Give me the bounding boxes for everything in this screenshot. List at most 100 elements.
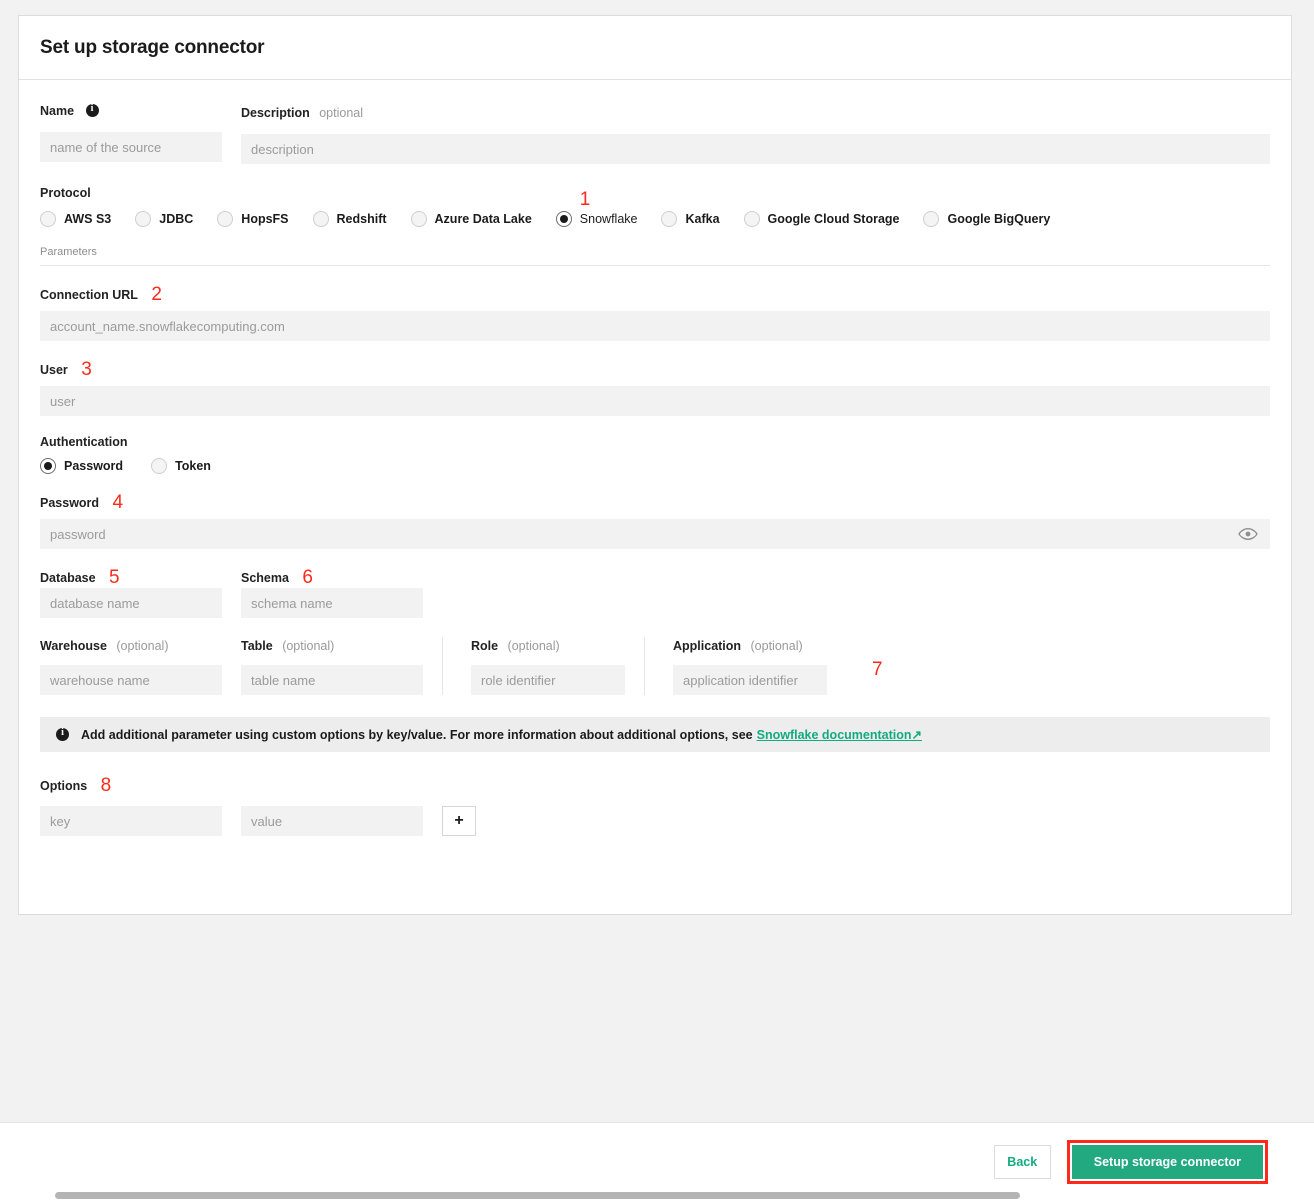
protocol-radio-group: AWS S3 JDBC HopsFS Redshift Azure Data L…: [40, 189, 1270, 227]
protocol-option-label: Azure Data Lake: [434, 212, 532, 226]
radio-icon[interactable]: [40, 211, 56, 227]
horizontal-scrollbar-thumb[interactable]: [55, 1192, 1020, 1199]
user-label-wrap: User 3: [40, 358, 1270, 380]
radio-icon-selected[interactable]: [555, 211, 572, 227]
annotation-marker-3: 3: [81, 359, 92, 380]
connection-url-label-wrap: Connection URL 2: [40, 283, 1270, 305]
options-section: Options 8 key value +: [40, 774, 1270, 836]
add-option-button[interactable]: +: [442, 806, 476, 836]
application-label: Application: [673, 639, 742, 653]
description-input[interactable]: description: [241, 134, 1270, 164]
database-label: Database: [40, 571, 96, 585]
warehouse-label: Warehouse: [40, 639, 107, 653]
radio-icon-selected[interactable]: [40, 458, 56, 474]
protocol-option-kafka[interactable]: Kafka: [661, 211, 720, 227]
name-input[interactable]: name of the source: [40, 132, 222, 162]
password-field-group: Password 4 password: [40, 491, 1270, 549]
options-label-wrap: Options 8: [40, 774, 1270, 796]
protocol-option-hopsfs[interactable]: HopsFS: [217, 211, 289, 227]
radio-icon[interactable]: [410, 211, 427, 227]
authentication-section: Authentication Password Token: [40, 435, 1270, 474]
schema-field-group: Schema 6 schema name: [241, 566, 423, 618]
page-title: Set up storage connector: [40, 36, 265, 58]
footer-bar: Back Setup storage connector: [0, 1122, 1314, 1200]
warehouse-optional-tag: (optional): [116, 639, 169, 653]
radio-icon[interactable]: [661, 211, 678, 227]
auth-option-token[interactable]: Token: [151, 458, 211, 474]
schema-input[interactable]: schema name: [241, 588, 423, 618]
optional-parameters-row: Warehouse (optional) warehouse name Tabl…: [40, 637, 1270, 695]
radio-icon[interactable]: [217, 211, 234, 227]
page-root: Set up storage connector Name name of th…: [0, 0, 1314, 1200]
application-field-group: Application (optional) application ident…: [645, 637, 827, 695]
application-label-wrap: Application (optional): [673, 637, 827, 655]
protocol-option-azure-data-lake[interactable]: Azure Data Lake: [410, 211, 532, 227]
additional-options-banner: Add additional parameter using custom op…: [40, 717, 1270, 752]
annotation-marker-8: 8: [100, 775, 112, 796]
description-field-group: Description optional description: [241, 102, 1270, 164]
user-label: User: [40, 363, 68, 377]
user-field-group: User 3 user: [40, 358, 1270, 416]
protocol-option-label: Google Cloud Storage: [767, 212, 900, 226]
radio-icon[interactable]: [743, 211, 760, 227]
warehouse-input[interactable]: warehouse name: [40, 665, 222, 695]
storage-connector-card: Set up storage connector Name name of th…: [18, 15, 1292, 915]
protocol-section: Protocol AWS S3 JDBC HopsFS Redshift Azu…: [40, 186, 1270, 227]
warehouse-label-wrap: Warehouse (optional): [40, 637, 222, 655]
schema-label: Schema: [241, 571, 289, 585]
database-label-wrap: Database 5: [40, 566, 222, 588]
info-icon[interactable]: [85, 103, 99, 117]
table-optional-tag: (optional): [282, 639, 335, 653]
radio-icon[interactable]: [923, 211, 940, 227]
protocol-option-label: Google BigQuery: [947, 212, 1051, 226]
password-input[interactable]: password: [40, 519, 1270, 549]
option-value-input[interactable]: value: [241, 806, 423, 836]
options-row: key value +: [40, 806, 1270, 836]
radio-icon[interactable]: [135, 211, 152, 227]
role-field-group: Role (optional) role identifier: [443, 637, 625, 695]
auth-option-password[interactable]: Password: [40, 458, 123, 474]
radio-icon[interactable]: [151, 458, 168, 474]
protocol-option-snowflake[interactable]: Snowflake 1: [555, 189, 637, 227]
protocol-option-redshift[interactable]: Redshift: [312, 211, 387, 227]
password-input-wrap: password: [40, 519, 1270, 549]
protocol-option-label: AWS S3: [64, 212, 112, 226]
database-input[interactable]: database name: [40, 588, 222, 618]
parameters-divider: [40, 265, 1270, 266]
connection-url-input[interactable]: account_name.snowflakecomputing.com: [40, 311, 1270, 341]
snowflake-documentation-link[interactable]: Snowflake documentation↗: [757, 727, 922, 742]
warehouse-field-group: Warehouse (optional) warehouse name: [40, 637, 222, 695]
eye-icon[interactable]: [1238, 528, 1258, 541]
protocol-option-aws-s3[interactable]: AWS S3: [40, 211, 111, 227]
horizontal-scrollbar[interactable]: [0, 1190, 1314, 1200]
protocol-option-jdbc[interactable]: JDBC: [135, 211, 193, 227]
radio-icon[interactable]: [312, 211, 329, 227]
role-label-wrap: Role (optional): [471, 637, 625, 655]
protocol-option-label: Redshift: [336, 212, 387, 226]
name-label: Name: [40, 104, 75, 118]
application-input[interactable]: application identifier: [673, 665, 827, 695]
name-label-wrap: Name: [40, 102, 222, 121]
role-label: Role: [471, 639, 499, 653]
annotation-marker-7: 7: [872, 659, 883, 680]
back-button[interactable]: Back: [993, 1144, 1051, 1179]
annotation-marker-2: 2: [151, 284, 162, 305]
option-key-input[interactable]: key: [40, 806, 222, 836]
table-input[interactable]: table name: [241, 665, 423, 695]
connection-url-field-group: Connection URL 2 account_name.snowflakec…: [40, 283, 1270, 341]
schema-label-wrap: Schema 6: [241, 566, 423, 588]
annotation-marker-1: 1: [579, 189, 591, 210]
parameters-caption: Parameters: [40, 246, 97, 258]
card-header: Set up storage connector: [19, 16, 1291, 80]
role-input[interactable]: role identifier: [471, 665, 625, 695]
setup-storage-connector-button[interactable]: Setup storage connector: [1071, 1144, 1263, 1179]
protocol-option-google-cloud-storage[interactable]: Google Cloud Storage: [743, 211, 900, 227]
application-optional-tag: (optional): [750, 639, 803, 653]
auth-option-label: Password: [64, 459, 124, 473]
role-optional-tag: (optional): [507, 639, 560, 653]
authentication-radio-group: Password Token: [40, 458, 1270, 474]
user-input[interactable]: user: [40, 386, 1270, 416]
database-field-group: Database 5 database name: [40, 566, 222, 618]
protocol-option-google-bigquery[interactable]: Google BigQuery: [923, 211, 1050, 227]
table-label-wrap: Table (optional): [241, 637, 423, 655]
